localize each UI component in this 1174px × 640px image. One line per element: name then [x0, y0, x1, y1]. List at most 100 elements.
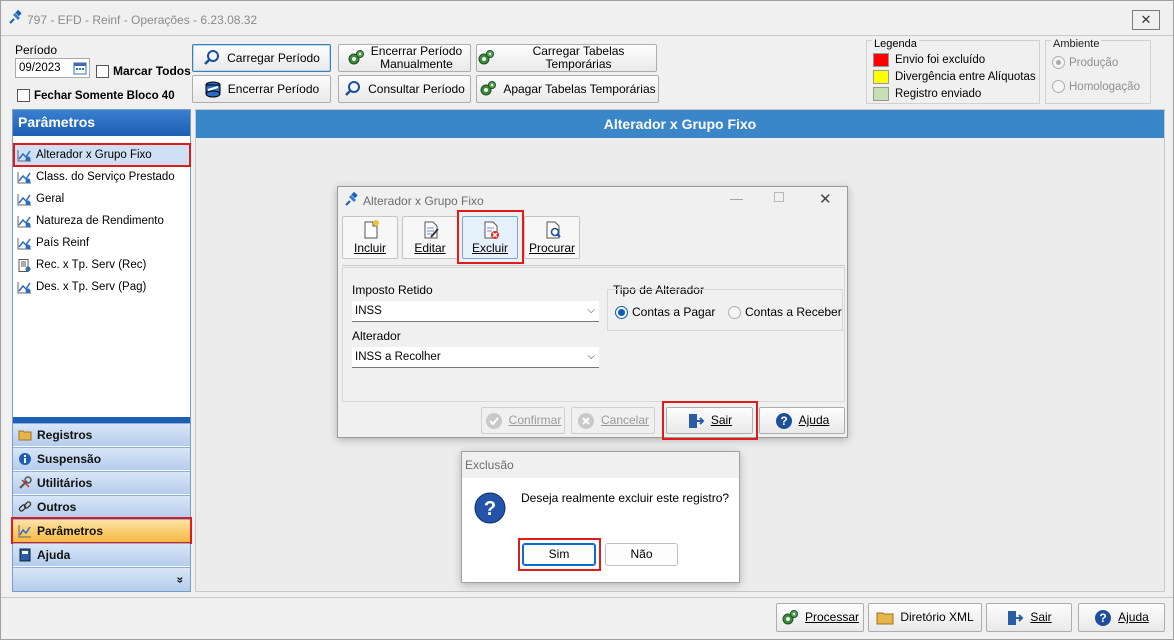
panel-gap [13, 137, 190, 139]
marcar-todos-checkbox[interactable]: Marcar Todos [96, 64, 191, 78]
help-icon: ? [775, 412, 792, 429]
chart-icon [18, 525, 31, 538]
legend-label: Legenda [872, 38, 919, 50]
producao-label: Produção [1069, 56, 1119, 69]
radio-contas-pagar[interactable]: Contas a Pagar [615, 305, 715, 319]
nav-outros[interactable]: Outros [13, 495, 190, 518]
nav-parametros[interactable]: Parâmetros [11, 517, 192, 544]
confirm-message: Deseja realmente excluir este registro? [521, 491, 730, 505]
periodo-input[interactable]: 09/2023 [15, 58, 90, 78]
apagar-tabelas-button[interactable]: Apagar Tabelas Temporárias [476, 75, 659, 103]
alterador-select[interactable]: INSS a Recolher ⌵ [352, 347, 599, 368]
sair-button[interactable]: Sair [666, 407, 753, 434]
sidebar-item-natureza[interactable]: Natureza de Rendimento [15, 211, 189, 231]
calendar-icon[interactable] [73, 61, 87, 75]
imposto-label: Imposto Retido [352, 283, 433, 297]
legend-swatch [873, 70, 889, 84]
sidebar-item-des-tp-serv[interactable]: Des. x Tp. Serv (Pag) [15, 277, 189, 297]
sidebar-item-class-servico[interactable]: Class. do Serviço Prestado [15, 167, 189, 187]
excluir-label: Excluir [471, 241, 508, 255]
radio-button[interactable] [1052, 56, 1065, 69]
nav-more-button[interactable]: » [13, 567, 190, 591]
chevron-double-icon: » [173, 576, 188, 583]
legend-swatch [873, 53, 889, 67]
consultar-periodo-label: Consultar Período [368, 81, 465, 96]
edit-document-icon [424, 221, 439, 239]
fechar-bloco-checkbox[interactable]: Fechar Somente Bloco 40 [17, 89, 175, 102]
encerrar-manual-button[interactable]: Encerrar Período Manualmente [338, 44, 471, 72]
help-icon: ? [1095, 609, 1112, 626]
pin-icon [345, 192, 358, 206]
chart-icon [17, 171, 31, 183]
main-window: 797 - EFD - Reinf - Operações - 6.23.08.… [0, 0, 1174, 640]
radio-button[interactable] [1052, 80, 1065, 93]
nav-registros[interactable]: Registros [13, 423, 190, 446]
fechar-bloco-label: Fechar Somente Bloco 40 [34, 89, 175, 102]
panel-header: Parâmetros [13, 110, 190, 136]
sidebar-item-geral[interactable]: Geral [15, 189, 189, 209]
carregar-periodo-button[interactable]: Carregar Período [192, 44, 331, 72]
radio-button[interactable] [728, 305, 741, 319]
sim-button[interactable]: Sim [522, 543, 596, 566]
encerrar-periodo-label: Encerrar Período [227, 81, 320, 96]
legend-item: Registro enviado [873, 87, 981, 101]
nav-label: Registros [37, 428, 93, 442]
gears-icon [480, 81, 497, 96]
nav-utilitarios[interactable]: Utilitários [13, 471, 190, 494]
confirmar-button[interactable]: Confirmar [481, 407, 565, 434]
radio-producao[interactable]: Produção [1052, 56, 1118, 69]
editar-button[interactable]: Editar [402, 216, 458, 259]
radio-contas-receber[interactable]: Contas a Receber [728, 305, 842, 319]
encerrar-periodo-button[interactable]: Encerrar Período [192, 75, 331, 103]
incluir-button[interactable]: Incluir [342, 216, 398, 259]
minimize-icon[interactable]: — [730, 191, 743, 206]
procurar-button[interactable]: Procurar [524, 216, 580, 259]
gears-icon [478, 50, 494, 65]
carregar-tabelas-button[interactable]: Carregar Tabelas Temporárias [476, 44, 657, 72]
cancelar-button[interactable]: Cancelar [571, 407, 655, 434]
radio-homologacao[interactable]: Homologação [1052, 80, 1140, 93]
checkbox-box[interactable] [96, 64, 109, 78]
chevron-down-icon: ⌵ [587, 351, 595, 362]
diretorio-label: Diretório XML [900, 610, 974, 624]
exit-icon [1008, 610, 1024, 625]
maximize-icon[interactable] [774, 192, 784, 202]
close-button[interactable]: ✕ [1132, 10, 1160, 30]
left-panel: Parâmetros Alterador x Grupo Fixo Class.… [11, 109, 192, 592]
window-title: 797 - EFD - Reinf - Operações - 6.23.08.… [27, 13, 258, 27]
encerrar-manual-label-2: Manualmente [380, 57, 453, 71]
sidebar-item-alterador[interactable]: Alterador x Grupo Fixo [13, 143, 191, 167]
carregar-tabelas-label: Carregar Tabelas Temporárias [532, 44, 625, 71]
sidebar-item-label: Rec. x Tp. Serv (Rec) [36, 259, 147, 271]
bottom-ajuda-button[interactable]: ? Ajuda [1078, 603, 1165, 632]
book-icon [19, 548, 31, 562]
nav-label: Parâmetros [37, 524, 104, 538]
nav-suspensao[interactable]: Suspensão [13, 447, 190, 470]
cancelar-label: Cancelar [600, 413, 650, 427]
bottom-sair-button[interactable]: Sair [986, 603, 1072, 632]
diretorio-xml-button[interactable]: Diretório XML [868, 603, 982, 632]
checkbox-box[interactable] [17, 89, 30, 102]
sidebar-item-pais[interactable]: País Reinf [15, 233, 189, 253]
processar-button[interactable]: Processar [776, 603, 864, 632]
dialog-divider [342, 265, 845, 266]
close-icon[interactable]: ✕ [819, 190, 832, 208]
sidebar-item-label: Class. do Serviço Prestado [36, 171, 175, 183]
procurar-label: Procurar [528, 241, 575, 255]
consultar-periodo-button[interactable]: Consultar Período [338, 75, 471, 103]
radio-button[interactable] [615, 305, 628, 319]
chart-icon [17, 193, 31, 205]
nao-button[interactable]: Não [605, 543, 678, 566]
excluir-button[interactable]: Excluir [462, 216, 518, 259]
chart-icon [17, 281, 31, 293]
imposto-select[interactable]: INSS ⌵ [352, 301, 599, 322]
ajuda-button[interactable]: ? Ajuda [759, 407, 845, 434]
nav-ajuda[interactable]: Ajuda [13, 543, 190, 566]
sidebar-item-label: Alterador x Grupo Fixo [36, 149, 152, 161]
search-document-icon [546, 221, 561, 239]
nav-label: Suspensão [37, 452, 102, 466]
pin-icon [9, 10, 22, 24]
ajuda-label: Ajuda [798, 413, 830, 427]
sidebar-item-rec-tp-serv[interactable]: Rec. x Tp. Serv (Rec) [15, 255, 189, 275]
contas-pagar-label: Contas a Pagar [632, 305, 716, 319]
